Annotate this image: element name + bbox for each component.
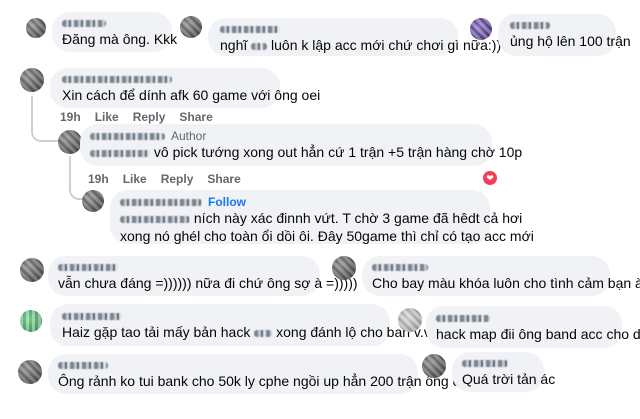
avatar[interactable] bbox=[26, 18, 46, 38]
comment-bubble: Follow ních này xác đinnh vứt. T chờ 3 g… bbox=[110, 190, 534, 244]
avatar[interactable] bbox=[20, 68, 44, 92]
comment-bubble: Xin cách để dính afk 60 game với ông oei bbox=[50, 68, 321, 108]
heart-icon[interactable]: ❤ bbox=[483, 171, 497, 185]
comment-author[interactable] bbox=[436, 311, 612, 325]
comment-bubble: ủng hộ lên 100 trận bbox=[498, 14, 631, 56]
avatar[interactable] bbox=[422, 354, 446, 378]
comment-text: vẫn chưa đáng =)))))) nữa đi chứ ông sợ … bbox=[58, 275, 358, 291]
share-button[interactable]: Share bbox=[207, 172, 240, 186]
comment-actions: 19h Like Reply Share bbox=[88, 172, 241, 186]
author-badge: Author bbox=[171, 129, 207, 143]
comment-bubble: Author vô pick tướng xong out hẳn cứ 1 t… bbox=[80, 124, 522, 166]
comment-author[interactable] bbox=[510, 18, 604, 32]
thread-line bbox=[69, 156, 71, 192]
like-button[interactable]: Like bbox=[95, 110, 119, 124]
comment-author[interactable] bbox=[372, 260, 600, 274]
comment-time[interactable]: 19h bbox=[88, 172, 109, 186]
avatar[interactable] bbox=[20, 258, 44, 282]
comment-author[interactable] bbox=[462, 356, 534, 370]
comment-text: Đăng mà ông. Kkk bbox=[62, 31, 178, 47]
avatar[interactable] bbox=[398, 308, 422, 332]
like-button[interactable]: Like bbox=[123, 172, 147, 186]
share-button[interactable]: Share bbox=[179, 110, 212, 124]
comment-author[interactable]: Author bbox=[90, 129, 482, 143]
thread-connector bbox=[69, 188, 83, 200]
comment-text: Cho bay màu khóa luôn cho tình cảm bạn à bbox=[372, 275, 640, 291]
thread-connector bbox=[31, 128, 59, 142]
avatar[interactable] bbox=[332, 256, 356, 280]
comment-author[interactable] bbox=[220, 22, 446, 36]
comment-text: Ông rảnh ko tui bank cho 50k ly cphe ngồ… bbox=[58, 373, 465, 389]
comment-time[interactable]: 19h bbox=[60, 110, 81, 124]
avatar[interactable] bbox=[20, 310, 42, 332]
comment-text: ních này xác đinnh vứt. T chờ 3 game đã … bbox=[120, 209, 522, 227]
comment-author[interactable]: Follow bbox=[120, 195, 480, 209]
comment-text: Xin cách để dính afk 60 game với ông oei bbox=[62, 87, 321, 103]
thread-line bbox=[31, 96, 33, 132]
comment-text: ủng hộ lên 100 trận bbox=[510, 33, 631, 49]
comment-author[interactable] bbox=[62, 309, 378, 323]
reply-button[interactable]: Reply bbox=[133, 110, 166, 124]
comment-bubble: Quá trời tản ác bbox=[452, 352, 556, 392]
comment-text: hack map đii ông band acc cho dui bbox=[436, 326, 640, 342]
comment-author[interactable] bbox=[58, 358, 408, 372]
avatar[interactable] bbox=[470, 18, 492, 40]
comment-bubble: Cho bay màu khóa luôn cho tình cảm bạn à bbox=[362, 256, 640, 296]
avatar[interactable] bbox=[180, 16, 202, 38]
avatar[interactable] bbox=[18, 360, 42, 384]
avatar[interactable] bbox=[58, 130, 82, 154]
comment-text-line2: xong nó ghél cho toàn ổi dồi ôi. Đây 50g… bbox=[120, 228, 534, 244]
comment-bubble: vẫn chưa đáng =)))))) nữa đi chứ ông sợ … bbox=[48, 256, 358, 296]
comment-author[interactable] bbox=[58, 260, 310, 274]
comment-text: Haiz gặp tao tải mấy bản hack xong đánh … bbox=[62, 324, 452, 340]
follow-button[interactable]: Follow bbox=[208, 195, 246, 209]
comment-text: Quá trời tản ác bbox=[462, 371, 556, 387]
comment-text: vô pick tướng xong out hẳn cứ 1 trận +5 … bbox=[90, 143, 522, 161]
comment-author[interactable] bbox=[62, 16, 162, 30]
comment-bubble: Ông rảnh ko tui bank cho 50k ly cphe ngồ… bbox=[48, 354, 465, 394]
avatar[interactable] bbox=[82, 190, 104, 212]
comment-author[interactable] bbox=[62, 72, 268, 86]
comment-bubble: nghĩ luôn k lập acc mới chứ chơi gì nữa:… bbox=[208, 18, 502, 56]
comment-bubble: hack map đii ông band acc cho dui bbox=[426, 306, 640, 348]
comment-bubble: Đăng mà ông. Kkk bbox=[52, 12, 178, 52]
comment-text: nghĩ luôn k lập acc mới chứ chơi gì nữa:… bbox=[220, 37, 502, 53]
comment-actions: 19h Like Reply Share bbox=[60, 110, 213, 124]
reply-button[interactable]: Reply bbox=[161, 172, 194, 186]
comment-bubble: Haiz gặp tao tải mấy bản hack xong đánh … bbox=[50, 304, 452, 346]
